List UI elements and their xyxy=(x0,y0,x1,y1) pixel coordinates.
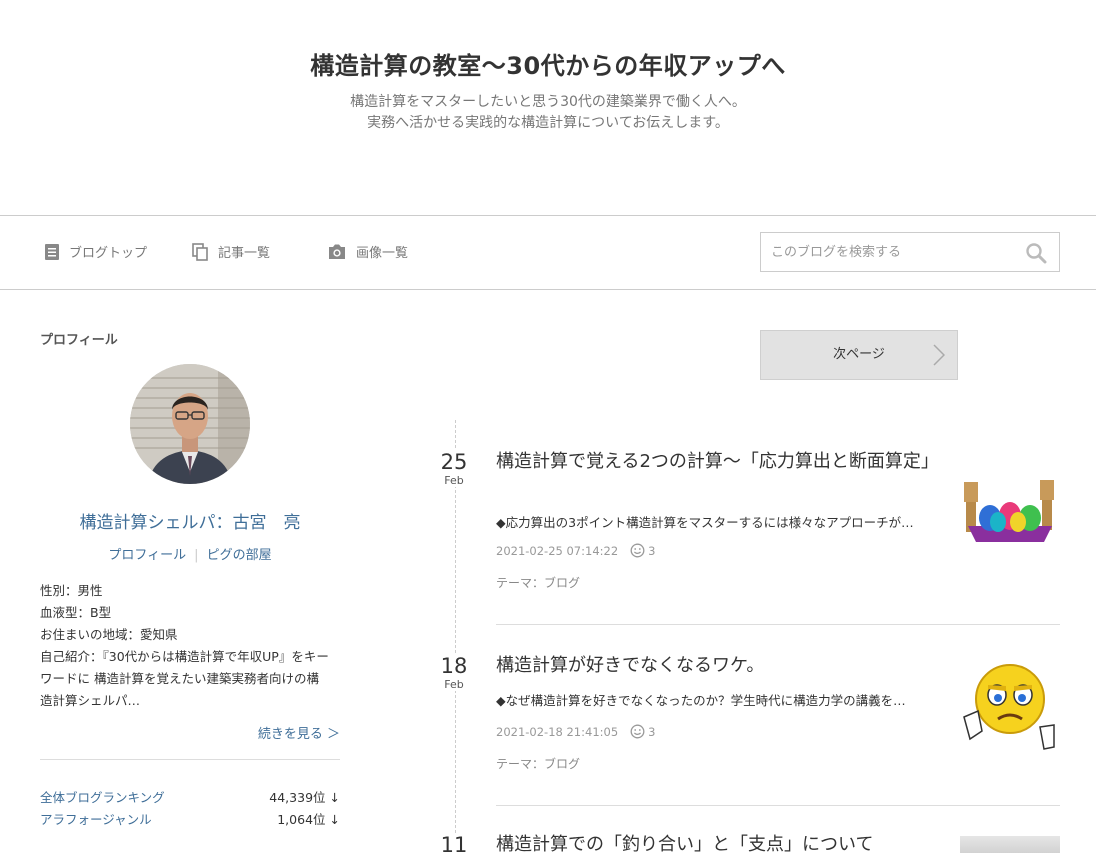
camera-icon xyxy=(329,244,345,259)
avatar[interactable] xyxy=(130,364,250,484)
next-page-label: 次ページ xyxy=(833,347,885,362)
entry-datetime: 2021-02-18 21:41:05 xyxy=(496,724,619,739)
nav-article-list[interactable]: 記事一覧 xyxy=(192,242,270,261)
entry-thumbnail[interactable] xyxy=(960,836,1060,853)
entry-day: 18 xyxy=(430,654,478,678)
entry-title[interactable]: 構造計算で覚える2つの計算～「応力算出と断面算定」 xyxy=(496,449,939,475)
entry-day: 11 xyxy=(430,833,478,853)
nav-blog-top-label: ブログトップ xyxy=(69,246,148,261)
entry-datetime: 2021-02-25 07:14:22 xyxy=(496,543,619,558)
entry-title[interactable]: 構造計算での「釣り合い」と「支点」について xyxy=(496,832,936,853)
entry-thumbnail[interactable] xyxy=(960,460,1060,560)
blog-title[interactable]: 構造計算の教室～30代からの年収アップへ xyxy=(0,46,1096,81)
entry-thumbnail[interactable] xyxy=(960,655,1060,755)
entry-divider xyxy=(496,624,1060,625)
entry-theme[interactable]: テーマ：ブログ xyxy=(496,755,580,772)
blog-nav-bar: ブログトップ 記事一覧 画像一覧 xyxy=(0,215,1096,290)
nav-image-list[interactable]: 画像一覧 xyxy=(327,242,408,261)
ranking-position: 1,064位 xyxy=(277,812,326,827)
easter-eggs-figures-icon xyxy=(960,460,1060,560)
thumbs-down-emoji-icon xyxy=(960,655,1060,755)
nav-article-list-label: 記事一覧 xyxy=(218,246,271,261)
profile-link[interactable]: プロフィール xyxy=(108,548,186,563)
like-button[interactable]: 3 xyxy=(630,543,655,558)
down-arrow-icon: ↓ xyxy=(329,812,340,827)
profile-text: 性別：男性 血液型：B型 お住まいの地域：愛知県 自己紹介：『30代からは構造計… xyxy=(40,580,340,712)
next-page-button[interactable]: 次ページ xyxy=(760,330,958,380)
article-entry: 18 Feb 構造計算が好きでなくなるワケ。 ◆なぜ構造計算を好きでなくなったの… xyxy=(430,654,1060,809)
entry-divider xyxy=(496,805,1060,806)
nav-image-list-label: 画像一覧 xyxy=(356,246,409,261)
blog-description-line: 構造計算をマスターしたいと思う30代の建築業界で働く人へ。 xyxy=(350,94,746,110)
ranking-value: 1,064位 ↓ xyxy=(277,809,340,828)
document-icon xyxy=(45,243,59,260)
search-icon[interactable] xyxy=(1025,242,1047,264)
entry-meta: 2021-02-18 21:41:05 3 xyxy=(496,724,655,739)
smiley-icon xyxy=(630,543,645,558)
sidebar-divider xyxy=(40,759,340,760)
nav-blog-top[interactable]: ブログトップ xyxy=(44,242,147,261)
ranking-name[interactable]: 全体ブログランキング xyxy=(40,787,165,806)
entry-day: 25 xyxy=(430,450,478,474)
profile-text-line: 血液型：B型 xyxy=(40,605,112,620)
avatar-portrait-icon xyxy=(130,364,250,484)
entry-month: Feb xyxy=(430,474,478,487)
read-more-link[interactable]: 続きを見る ＞ xyxy=(258,723,340,742)
profile-text-line: 自己紹介：『30代からは構造計算で年収UP』をキー xyxy=(40,649,329,664)
blog-search-box xyxy=(760,232,1060,272)
ranking-position: 44,339位 xyxy=(269,790,326,805)
article-entry: 11 構造計算での「釣り合い」と「支点」について xyxy=(430,833,1060,853)
like-button[interactable]: 3 xyxy=(630,724,655,739)
entry-meta: 2021-02-25 07:14:22 3 xyxy=(496,543,655,558)
pigg-room-link[interactable]: ピグの部屋 xyxy=(207,548,272,563)
blog-description-line: 実務へ活かせる実践的な構造計算についてお伝えします。 xyxy=(367,115,729,131)
ranking-name[interactable]: アラフォージャンル xyxy=(40,809,152,828)
entry-summary: ◆応力算出の3ポイント構造計算をマスターするには様々なアプローチが… xyxy=(496,515,914,530)
ranking-value: 44,339位 ↓ xyxy=(269,787,340,806)
entry-month: Feb xyxy=(430,678,478,691)
profile-text-line: 性別：男性 xyxy=(40,583,103,598)
profile-text-line: お住まいの地域：愛知県 xyxy=(40,627,178,642)
article-entry: 25 Feb 構造計算で覚える2つの計算～「応力算出と断面算定」 ◆応力算出の3… xyxy=(430,448,1060,628)
like-count: 3 xyxy=(648,543,656,558)
profile-text-line: 造計算シェルパ… xyxy=(40,693,141,708)
copy-icon xyxy=(192,242,208,261)
profile-heading: プロフィール xyxy=(40,333,118,348)
blog-description: 構造計算をマスターしたいと思う30代の建築業界で働く人へ。 実務へ活かせる実践的… xyxy=(0,92,1096,134)
ranking-row: アラフォージャンル 1,064位 ↓ xyxy=(40,809,340,828)
entry-theme[interactable]: テーマ：ブログ xyxy=(496,574,580,591)
blog-header: 構造計算の教室～30代からの年収アップへ 構造計算をマスターしたいと思う30代の… xyxy=(0,0,1096,216)
smiley-icon xyxy=(630,724,645,739)
profile-links: プロフィール | ピグの部屋 xyxy=(40,544,340,563)
link-separator: | xyxy=(194,548,199,563)
like-count: 3 xyxy=(648,724,656,739)
entry-title[interactable]: 構造計算が好きでなくなるワケ。 xyxy=(496,653,936,679)
chevron-right-icon xyxy=(933,344,945,366)
entry-summary: ◆なぜ構造計算を好きでなくなったのか？学生時代に構造力学の講義を… xyxy=(496,693,906,708)
profile-name[interactable]: 構造計算シェルパ：古宮 亮 xyxy=(40,508,340,533)
down-arrow-icon: ↓ xyxy=(329,790,340,805)
ranking-row: 全体ブログランキング 44,339位 ↓ xyxy=(40,787,340,806)
profile-text-line: ワードに 構造計算を覚えたい建築実務者向けの構 xyxy=(40,671,319,686)
blog-search-input[interactable] xyxy=(761,233,1021,271)
